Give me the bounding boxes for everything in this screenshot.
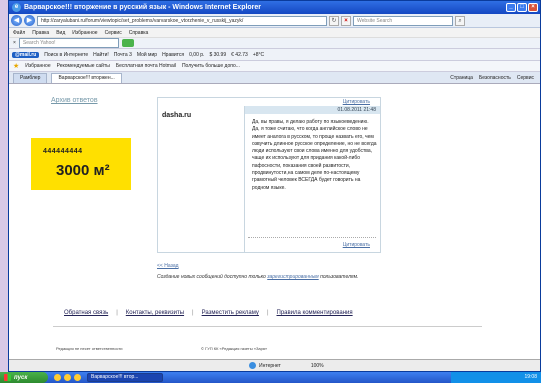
footer-links: Обратная связь | Контакты, реквизиты | Раз… (56, 310, 361, 316)
post-text: Да, вы правы, я делаю работу по языкоеве… (252, 119, 377, 191)
windows-flag-icon (4, 374, 11, 381)
url-input[interactable]: http://zaryalubani.ru/forum/viewtopic/se… (37, 15, 327, 26)
minimize-icon[interactable]: _ (506, 3, 516, 12)
find-button[interactable]: Найти! (93, 52, 109, 58)
security-zone[interactable]: Интернет (249, 362, 281, 369)
footer-disclaimer: Редакция не несет ответственности (56, 346, 123, 351)
windows-taskbar: пуск Варварское!!! втор... 19:08 (0, 372, 541, 383)
ie-icon: e (12, 3, 21, 12)
quick-launch (48, 374, 87, 381)
refresh-icon[interactable]: ↻ (329, 15, 339, 26)
start-label: пуск (14, 374, 28, 381)
maximize-icon[interactable]: □ (517, 3, 527, 12)
menu-view[interactable]: Вид (56, 30, 65, 36)
quote-link-bottom[interactable]: Цитировать (343, 242, 370, 248)
internet-search-input[interactable]: Поиск в Интернете (44, 52, 88, 58)
search-go-button[interactable] (121, 39, 134, 47)
eur-rate: € 42.73 (231, 51, 248, 58)
favorites-star-icon[interactable]: ★ (13, 62, 19, 70)
usd-rate: $ 30.99 (209, 51, 227, 58)
page-menu[interactable]: Страница (450, 75, 473, 81)
close-icon[interactable]: × (528, 3, 538, 12)
footer-divider (53, 326, 482, 327)
money-widget[interactable]: 0,00 р. (189, 52, 204, 58)
tab-bar: Рамблер Варварское!!! вторжен... Страниц… (9, 72, 540, 84)
fav-item-more[interactable]: Получить больше допо... (182, 63, 240, 69)
menu-tools[interactable]: Сервис (105, 30, 122, 36)
post-date: 01.08.2011 21:48 (244, 106, 380, 114)
registered-users-link[interactable]: зарегистрированным (267, 274, 318, 280)
menu-file[interactable]: Файл (13, 30, 25, 36)
footer-copyright: © ГУП КК «Редакция газеты «Заря» (201, 346, 268, 351)
menu-edit[interactable]: Правка (32, 30, 49, 36)
title-bar: e Варварское!!! вторжение в русский язык… (9, 1, 540, 14)
back-arrow-icon[interactable]: ◀ (11, 15, 22, 26)
tab-rambler[interactable]: Рамблер (13, 72, 48, 83)
taskbar-ie-window[interactable]: Варварское!!! втор... (87, 373, 163, 382)
forward-arrow-icon[interactable]: ▶ (24, 15, 35, 26)
menu-favorites[interactable]: Избранное (72, 30, 97, 36)
registration-notice: Создание новых сообщений доступно только… (157, 274, 358, 280)
mail-button[interactable]: Почта 3 (114, 52, 132, 58)
favorites-bar: ★ Избранное Рекомендуемые сайты Бесплатн… (9, 61, 540, 72)
like-button[interactable]: Нравится (162, 52, 184, 58)
command-bar: Страница Безопасность Сервис (450, 75, 540, 81)
archive-link[interactable]: Архив ответов (51, 97, 98, 104)
search-icon[interactable]: ⌕ (455, 15, 465, 26)
globe-icon (249, 362, 256, 369)
fav-item-recommended[interactable]: Рекомендуемые сайты (57, 63, 110, 69)
quick-launch-icon[interactable] (74, 374, 81, 381)
ie-window: e Варварское!!! вторжение в русский язык… (8, 0, 541, 372)
footer-link-advertise[interactable]: Разместить рекламу (194, 310, 267, 316)
banner-number: 444444444 (43, 148, 83, 155)
status-bar: Интернет 100% (9, 359, 540, 371)
quick-launch-icon[interactable] (64, 374, 71, 381)
yahoo-search-input[interactable]: Search Yahoo! (18, 38, 119, 48)
notice-text: Создание новых сообщений доступно только (157, 274, 268, 280)
zoom-level[interactable]: 100% (311, 363, 324, 369)
address-bar: ◀ ▶ http://zaryalubani.ru/forum/viewtopi… (9, 14, 540, 28)
window-title: Варварское!!! вторжение в русский язык -… (24, 4, 262, 11)
back-link[interactable]: << Назад (157, 263, 179, 269)
post-divider (244, 106, 245, 253)
quick-launch-icon[interactable] (54, 374, 61, 381)
window-controls: _ □ × (506, 3, 540, 12)
page-content: Архив ответов 444444444 3000 м² Цитирова… (9, 97, 540, 351)
menu-help[interactable]: Справка (129, 30, 149, 36)
footer-link-contacts[interactable]: Контакты, реквизиты (118, 310, 192, 316)
fav-item-hotmail[interactable]: Бесплатная почта Hotmail (116, 63, 176, 69)
favorites-label[interactable]: Избранное (25, 63, 50, 69)
yahoo-search-toolbar: × Search Yahoo! (9, 38, 540, 49)
quote-link-top[interactable]: Цитировать (343, 99, 370, 105)
weather-widget[interactable]: +8°C (253, 52, 264, 58)
ad-banner[interactable]: 444444444 3000 м² (31, 138, 131, 190)
menu-bar: Файл Правка Вид Избранное Сервис Справка (9, 28, 540, 38)
close-toolbar-icon[interactable]: × (13, 40, 16, 46)
website-search-input[interactable]: Website Search (353, 15, 453, 26)
banner-amount: 3000 м² (56, 162, 110, 179)
footer-link-rules[interactable]: Правила комментирования (269, 310, 361, 316)
start-button[interactable]: пуск (0, 372, 48, 383)
security-menu[interactable]: Безопасность (479, 75, 511, 81)
zone-label: Интернет (259, 362, 281, 369)
tools-menu[interactable]: Сервис (517, 75, 534, 81)
post-separator (248, 237, 376, 238)
tab-active-page[interactable]: Варварское!!! вторжен... (51, 72, 122, 83)
system-tray-clock: 19:08 (451, 372, 541, 383)
mailru-toolbar: @mail.ru Поиск в Интернете Найти! Почта … (9, 49, 540, 61)
stop-icon[interactable]: × (341, 15, 351, 26)
footer-link-feedback[interactable]: Обратная связь (56, 310, 116, 316)
mailru-logo[interactable]: @mail.ru (12, 51, 40, 58)
post-author[interactable]: dasha.ru (162, 112, 191, 119)
notice-tail: пользователям. (318, 274, 359, 280)
forum-post: Цитировать 01.08.2011 21:48 dasha.ru Да,… (157, 97, 381, 253)
my-world-button[interactable]: Мой мир (137, 52, 157, 58)
